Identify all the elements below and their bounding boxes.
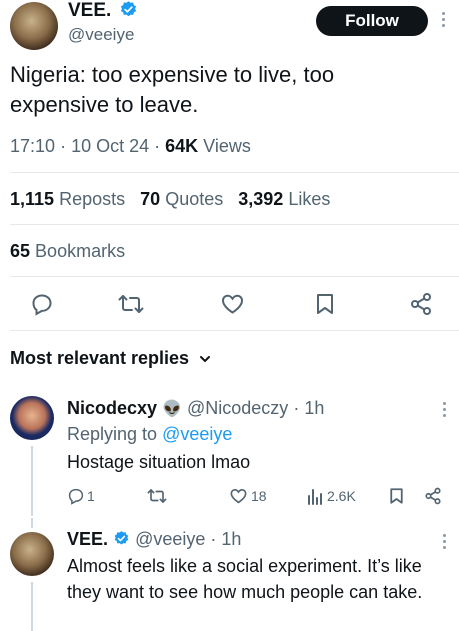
meta-separator: · <box>154 136 166 156</box>
divider <box>10 276 459 277</box>
bookmarks-stat[interactable]: 65 Bookmarks <box>10 241 125 262</box>
engagement-stats: 1,115 Reposts 70 Quotes 3,392 Likes <box>10 189 330 210</box>
reposts-stat[interactable]: 1,115 Reposts <box>10 189 125 209</box>
meta-separator: · <box>205 529 222 549</box>
quotes-label: Quotes <box>165 189 224 209</box>
author-name[interactable]: VEE. <box>68 0 138 22</box>
like-icon[interactable] <box>220 292 245 316</box>
likes-count: 3,392 <box>238 189 284 209</box>
like-icon <box>230 488 247 504</box>
author-avatar[interactable] <box>10 2 58 50</box>
replying-to: Replying to @veeiye <box>67 424 232 445</box>
author-name-text: VEE. <box>68 0 112 21</box>
replying-to-label: Replying to <box>67 424 158 444</box>
chevron-down-icon <box>200 356 211 363</box>
reply-time[interactable]: 1h <box>221 529 241 549</box>
tweet-meta: 17:10 · 10 Oct 24 · 64K Views <box>10 136 251 157</box>
meta-separator: · <box>60 136 72 156</box>
quotes-count: 70 <box>140 189 161 209</box>
reply-header: VEE. @veeiye · 1h <box>67 529 241 550</box>
reply-avatar[interactable] <box>10 396 54 440</box>
bookmark-icon[interactable] <box>389 487 404 505</box>
reply-action[interactable]: 1 <box>67 487 95 505</box>
more-options-icon[interactable] <box>439 12 447 27</box>
verified-badge-icon <box>120 1 136 17</box>
likes-stat[interactable]: 3,392 Likes <box>238 189 330 209</box>
like-count: 18 <box>251 488 267 504</box>
reposts-count: 1,115 <box>10 189 55 209</box>
divider <box>10 330 459 331</box>
reply-text: Almost feels like a social experiment. I… <box>67 556 423 602</box>
replying-to-handle[interactable]: @veeiye <box>162 424 232 444</box>
follow-button[interactable]: Follow <box>316 6 428 36</box>
views-label: Views <box>203 136 251 156</box>
tweet-date[interactable]: 10 Oct 24 <box>71 136 149 156</box>
more-options-icon[interactable] <box>440 534 448 549</box>
bookmark-icon[interactable] <box>315 292 335 316</box>
share-icon[interactable] <box>409 292 433 316</box>
thread-line <box>31 582 33 631</box>
meta-separator: · <box>288 398 305 418</box>
replies-sort-label: Most relevant replies <box>10 348 190 368</box>
reply-author-handle[interactable]: @veeiye <box>135 529 205 549</box>
reply-header: Nicodecxy 👽 @Nicodeczy · 1h <box>67 398 324 419</box>
tweet-text: Nigeria: too expensive to live, too expe… <box>10 62 335 117</box>
share-icon[interactable] <box>424 487 442 505</box>
likes-label: Likes <box>288 189 331 209</box>
more-options-icon[interactable] <box>440 402 448 417</box>
views-action[interactable]: 2.6K <box>307 487 356 505</box>
reply-author-emoji: 👽 <box>162 401 182 418</box>
reply-count: 1 <box>87 488 95 504</box>
bookmarks-count: 65 <box>10 241 31 261</box>
thread-line <box>31 446 33 516</box>
replies-sort-dropdown[interactable]: Most relevant replies <box>10 348 212 369</box>
reposts-label: Reposts <box>59 189 126 209</box>
bookmarks-label: Bookmarks <box>35 241 126 261</box>
view-count: 2.6K <box>327 488 356 504</box>
verified-badge-icon <box>114 531 129 545</box>
like-action[interactable]: 18 <box>229 487 267 505</box>
divider <box>10 224 459 225</box>
reply-time[interactable]: 1h <box>304 398 324 418</box>
reply-author-name[interactable]: Nicodecxy <box>67 398 157 418</box>
reply-author-handle[interactable]: @Nicodeczy <box>187 398 288 418</box>
reply-icon <box>68 488 84 505</box>
views-count: 64K <box>165 136 199 156</box>
reply-avatar[interactable] <box>10 532 54 576</box>
divider <box>10 172 459 173</box>
repost-icon[interactable] <box>118 292 144 316</box>
analytics-icon <box>308 489 322 505</box>
tweet-time[interactable]: 17:10 <box>10 136 55 156</box>
repost-icon[interactable] <box>147 487 167 505</box>
reply-author-name[interactable]: VEE. <box>67 529 108 549</box>
reply-icon[interactable] <box>30 292 54 316</box>
reply-text: Hostage situation lmao <box>67 452 251 472</box>
thread-line <box>31 518 33 528</box>
author-handle[interactable]: @veeiye <box>68 25 134 45</box>
quotes-stat[interactable]: 70 Quotes <box>140 189 223 209</box>
